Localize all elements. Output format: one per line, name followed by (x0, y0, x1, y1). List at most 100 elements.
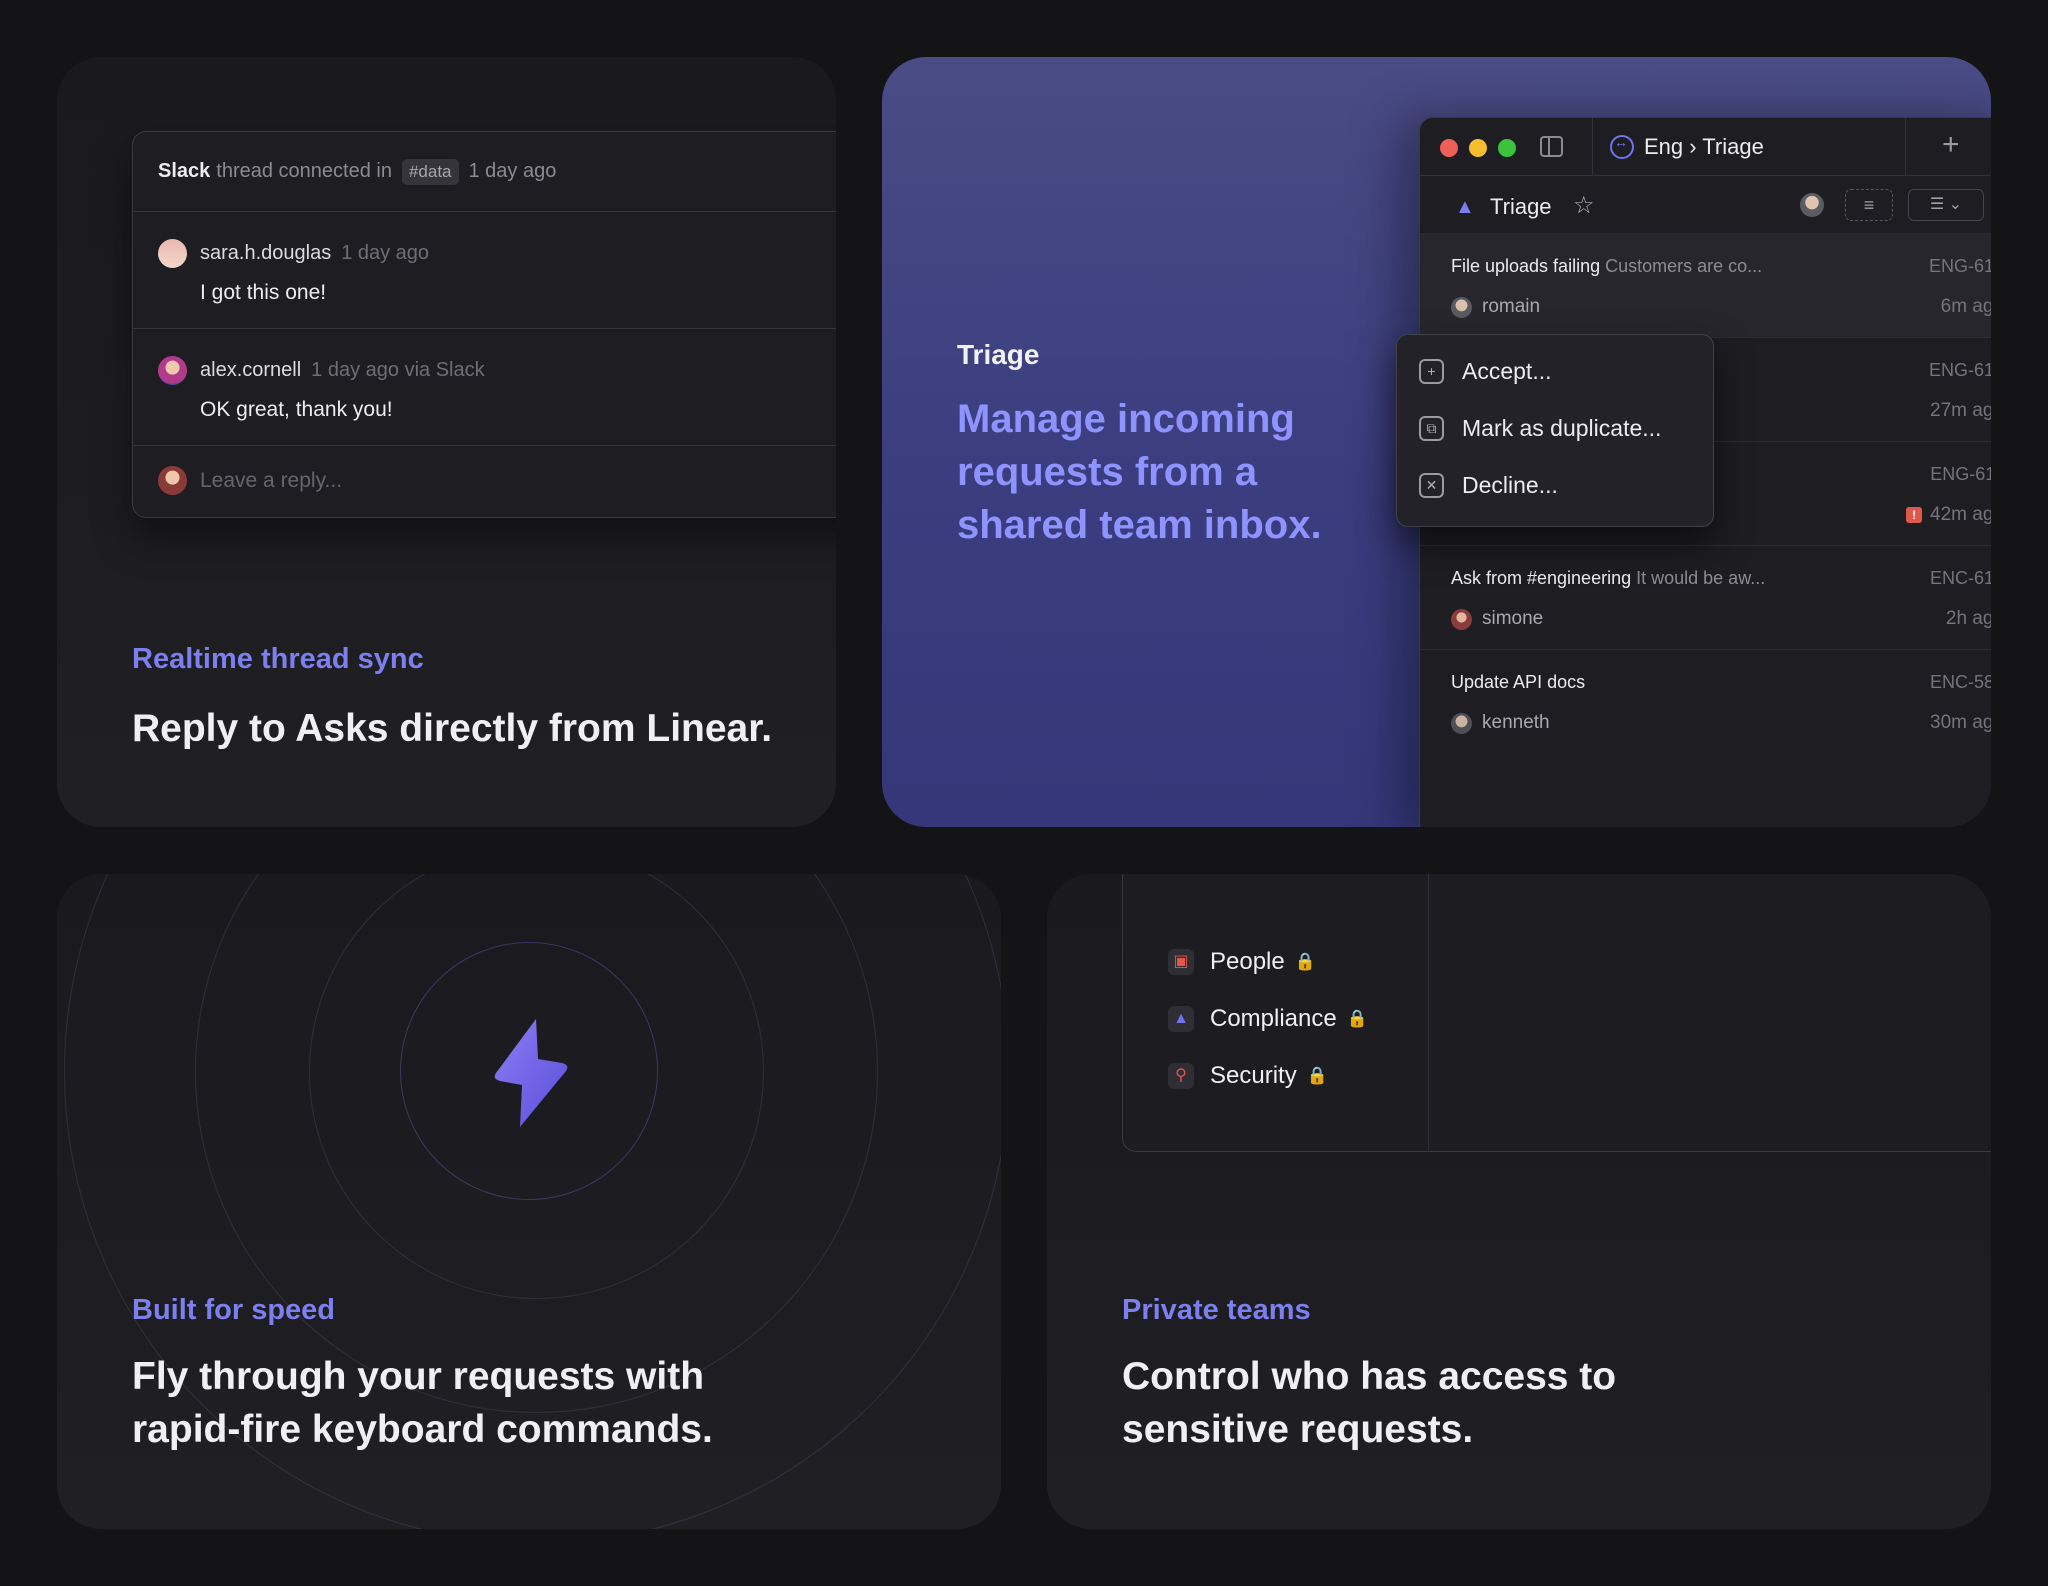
issue-id: ENG-611 (1930, 464, 1991, 484)
message-author-line: alex.cornell 1 day ago via Slack (200, 359, 485, 382)
avatar[interactable] (1800, 193, 1824, 217)
issue-age: !42m ago (1858, 504, 1991, 526)
thread-connected-text: thread connected in (216, 160, 392, 182)
maximize-window-button[interactable] (1498, 139, 1516, 157)
lock-icon: 🔒 (1306, 1066, 1328, 1085)
divider (1428, 874, 1429, 1152)
avatar (1451, 608, 1472, 630)
lightning-bolt-icon (494, 1019, 568, 1127)
window-titlebar: Eng › Triage + (1420, 118, 1991, 176)
new-tab-button[interactable]: + (1942, 128, 1960, 162)
accept-icon: + (1419, 359, 1444, 384)
breadcrumb-text: Eng › Triage (1644, 134, 1764, 159)
assignee-name: romain (1482, 296, 1541, 317)
thread-time: 1 day ago (468, 160, 557, 182)
menu-item-accept[interactable]: + Accept... (1397, 343, 1713, 400)
card-headline-line-1: Control who has access to (1122, 1355, 1617, 1398)
team-name: Security (1210, 1062, 1297, 1089)
team-item-people[interactable]: ▣ People 🔒 (1168, 948, 1316, 976)
issue-age: 27m ago (1930, 400, 1991, 421)
message-time: 1 day ago via Slack (311, 359, 485, 381)
decline-icon: ✕ (1419, 473, 1444, 498)
view-title: Triage (1490, 194, 1552, 219)
issue-id: ENC-610 (1929, 568, 1991, 588)
issue-subtitle: Customers are co... (1605, 256, 1763, 276)
issue-title: Ask from #engineering (1451, 568, 1632, 588)
card-eyebrow: Private teams (1122, 1294, 1311, 1326)
triage-card: Triage Manage incoming requests from a s… (882, 57, 1991, 827)
issue-subtitle: It would be aw... (1636, 568, 1766, 588)
issue-title-line: File uploads failing Customers are co... (1451, 256, 1762, 277)
filter-button[interactable]: ≡ (1845, 189, 1893, 221)
slack-thread-panel: Slack thread connected in #data 1 day ag… (132, 131, 836, 518)
assignee-name: kenneth (1482, 712, 1550, 733)
issue-id: ENC-589 (1929, 672, 1991, 692)
team-item-security[interactable]: ⚲ Security 🔒 (1168, 1062, 1328, 1090)
card-eyebrow: Built for speed (132, 1294, 336, 1326)
reply-input[interactable]: Leave a reply... (200, 469, 342, 493)
divider (1592, 118, 1593, 176)
star-icon[interactable]: ☆ (1573, 191, 1595, 220)
message-author-line: sara.h.douglas 1 day ago (200, 242, 429, 265)
issue-row[interactable]: Update API docs ENC-589 kenneth 30m ago (1420, 650, 1991, 754)
breadcrumb[interactable]: Eng › Triage (1610, 134, 1764, 160)
issue-id: ENG-614 (1928, 360, 1991, 380)
message-text: OK great, thank you! (200, 398, 393, 421)
issue-title: File uploads failing (1451, 256, 1601, 276)
assignee-name: simone (1482, 608, 1544, 629)
card-headline-line-2: rapid-fire keyboard commands. (132, 1408, 713, 1451)
issue-id: ENG-617 (1928, 256, 1991, 276)
issue-assignee: simone (1451, 608, 1543, 630)
display-options-button[interactable]: ☰ ⌄ (1908, 189, 1984, 221)
thread-message: sara.h.douglas 1 day ago I got this one! (133, 212, 836, 329)
issue-title: Update API docs (1451, 672, 1586, 692)
rocket-icon: ▲ (1455, 196, 1475, 218)
avatar (158, 239, 187, 268)
issue-age: 2h ago (1945, 608, 1991, 629)
lock-icon: 🔒 (1346, 1009, 1368, 1028)
thread-message: alex.cornell 1 day ago via Slack OK great… (133, 329, 836, 446)
reply-composer[interactable]: Leave a reply... (133, 446, 836, 518)
view-toolbar: ▲ Triage ☆ ≡ ☰ ⌄ (1420, 176, 1991, 234)
lock-icon: 🔒 (1294, 952, 1316, 971)
menu-item-label: Decline... (1462, 472, 1558, 498)
urgent-priority-icon: ! (1906, 506, 1923, 523)
issue-assignee: kenneth (1451, 712, 1550, 734)
avatar (1451, 296, 1472, 318)
triage-context-menu: + Accept... ⧉ Mark as duplicate... ✕ Dec… (1396, 334, 1714, 527)
message-author: alex.cornell (200, 359, 302, 381)
slack-sync-card: Slack thread connected in #data 1 day ag… (57, 57, 836, 827)
message-time: 1 day ago (341, 242, 430, 264)
channel-chip[interactable]: #data (401, 158, 459, 185)
private-teams-card: ▣ People 🔒 ▲ Compliance 🔒 ⚲ Security 🔒 P… (1047, 874, 1991, 1529)
key-icon: ⚲ (1168, 1063, 1194, 1089)
teams-panel: ▣ People 🔒 ▲ Compliance 🔒 ⚲ Security 🔒 (1122, 874, 1991, 1152)
avatar (158, 466, 187, 495)
avatar (158, 356, 187, 385)
menu-item-decline[interactable]: ✕ Decline... (1397, 457, 1713, 514)
menu-item-label: Mark as duplicate... (1462, 415, 1662, 441)
card-headline-line-2: sensitive requests. (1122, 1408, 1474, 1451)
close-window-button[interactable] (1440, 139, 1458, 157)
team-name: People (1210, 948, 1285, 975)
thread-header: Slack thread connected in #data 1 day ag… (133, 132, 836, 212)
issue-row[interactable]: File uploads failing Customers are co...… (1420, 234, 1991, 338)
speed-card: Built for speed Fly through your request… (57, 874, 1001, 1529)
triage-description: Manage incoming requests from a shared t… (957, 397, 1322, 547)
team-item-compliance[interactable]: ▲ Compliance 🔒 (1168, 1005, 1368, 1033)
issue-assignee: romain (1451, 296, 1540, 318)
menu-item-label: Accept... (1462, 358, 1552, 384)
card-headline-line-1: Fly through your requests with (132, 1355, 705, 1398)
issue-row[interactable]: Ask from #engineering It would be aw... … (1420, 546, 1991, 650)
team-name: Compliance (1210, 1005, 1337, 1032)
sidebar-toggle-icon[interactable] (1540, 136, 1563, 157)
slack-brand: Slack (158, 160, 211, 182)
card-eyebrow: Realtime thread sync (132, 643, 424, 675)
duplicate-icon: ⧉ (1419, 416, 1444, 441)
issue-title-line: Update API docs (1451, 672, 1585, 693)
menu-item-duplicate[interactable]: ⧉ Mark as duplicate... (1397, 400, 1713, 457)
minimize-window-button[interactable] (1469, 139, 1487, 157)
issue-age: 30m ago (1930, 712, 1991, 733)
triage-icon (1610, 134, 1634, 159)
triage-label: Triage (957, 339, 1040, 370)
